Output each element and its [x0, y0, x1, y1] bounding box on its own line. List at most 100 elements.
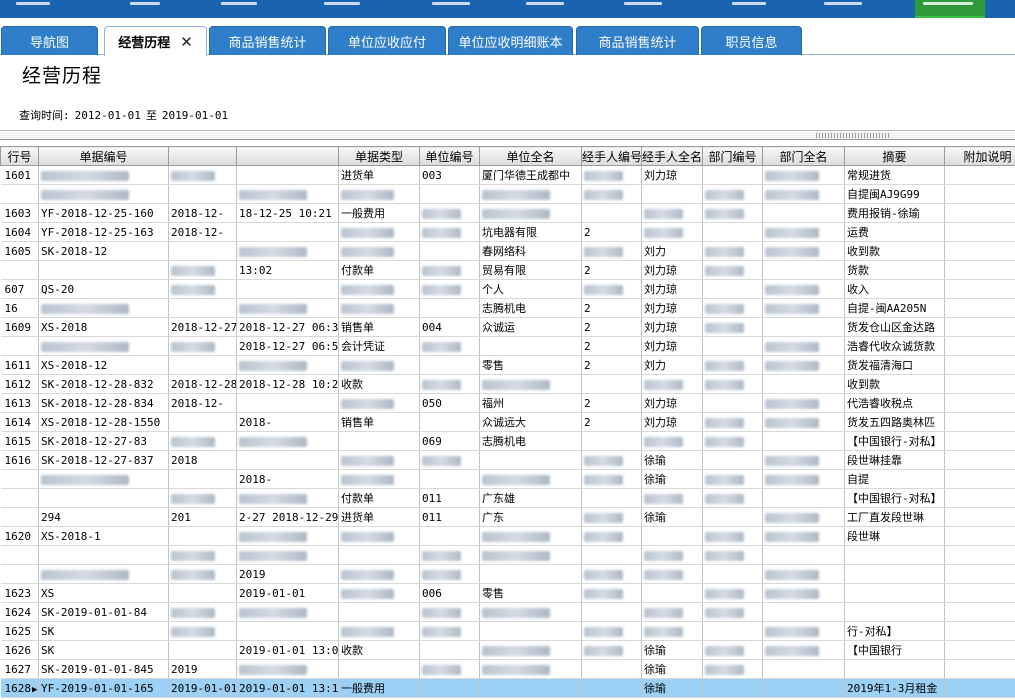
tab-bar: 导航图 经营历程 ✕ 商品销售统计 单位应收应付 单位应收明细账本 商品销售统计 …: [0, 22, 1015, 56]
table-cell-docno: [38, 260, 169, 280]
table-row[interactable]: 1626 SK 2019-01-01 13:09 收款 徐瑜 【中国银行: [0, 640, 1015, 660]
column-header[interactable]: 附加说明: [944, 146, 1015, 166]
top-nav-item[interactable]: [120, 0, 168, 16]
column-header[interactable]: 部门全名: [762, 146, 845, 166]
table-cell-note: [944, 469, 1015, 489]
column-header[interactable]: 单据类型: [338, 146, 420, 166]
table-row[interactable]: 1614 XS-2018-12-28-1550 2018- 销售单 众诚远大 2 刘力琼 货发…: [0, 412, 1015, 432]
redacted-block: [171, 550, 216, 561]
column-header[interactable]: 单位编号: [419, 146, 480, 166]
redacted-block: [341, 626, 395, 637]
table-row[interactable]: 2018- 徐瑜 自提: [0, 469, 1015, 489]
tab-receivable-ledger[interactable]: 单位应收明细账本: [448, 26, 573, 55]
table-row[interactable]: [0, 545, 1015, 565]
table-cell-type: 进货单: [338, 507, 420, 527]
table-cell-d1: 2019: [168, 659, 237, 679]
table-cell-eid: 2: [581, 260, 642, 280]
table-cell-ename: [641, 488, 703, 508]
table-cell-uname: [479, 469, 582, 489]
table-row[interactable]: 1603 YF-2018-12-25-160 2018-12- 18-12-25 10…: [0, 203, 1015, 223]
cell-text: 个人: [482, 283, 504, 296]
cell-text: 2019-01-01 13:09: [239, 643, 339, 657]
table-cell-docno: 294: [38, 507, 169, 527]
table-cell-docno: SK: [38, 621, 169, 641]
table-cell-eid: 2: [581, 336, 642, 356]
top-nav-item-active[interactable]: [915, 0, 985, 18]
column-header[interactable]: [236, 146, 339, 166]
redacted-block: [422, 569, 461, 580]
table-row[interactable]: 13:02 付款单 贸易有限 2 刘力琼 货款: [0, 260, 1015, 280]
table-row[interactable]: 1628▶ YF-2019-01-01-165 2019-01-01 2019-01-…: [0, 678, 1015, 698]
table-cell-dept_id: [702, 621, 763, 641]
cell-text: 2: [584, 320, 591, 334]
table-cell-dept_id: [702, 298, 763, 318]
history-grid[interactable]: 行号 单据编号 单据类型 单位编号 单位全名 经手人编号 经手人全名 部门编号 部门全名 摘要 附加…: [0, 146, 1015, 700]
table-row[interactable]: 1615 SK-2018-12-27-83 069 志腾机电 【中国银行-对私】: [0, 431, 1015, 451]
table-row[interactable]: 1627 SK-2019-01-01-845 2019 徐瑜: [0, 659, 1015, 679]
table-row[interactable]: 付款单 011 广东雄 【中国银行-对私】: [0, 488, 1015, 508]
column-header[interactable]: 经手人编号: [581, 146, 642, 166]
top-nav-item[interactable]: [620, 0, 668, 16]
table-row[interactable]: 294 201 2-27 2018-12-29 10:02进货单 011 广东 徐瑜 工厂直…: [0, 507, 1015, 527]
column-header[interactable]: 行号: [0, 146, 39, 166]
table-cell-note: [944, 317, 1015, 337]
column-header[interactable]: 经手人全名: [641, 146, 703, 166]
table-row[interactable]: 1613 SK-2018-12-28-834 2018-12- 050 福州 2 刘力琼 代浩…: [0, 393, 1015, 413]
table-cell-eid: [581, 241, 642, 261]
table-cell-d1: [168, 526, 237, 546]
tab-sales-stats-2[interactable]: 商品销售统计: [576, 26, 699, 55]
column-header[interactable]: 单位全名: [479, 146, 582, 166]
table-cell-uname: [479, 336, 582, 356]
table-cell-dept: [762, 241, 845, 261]
splitter-handle[interactable]: [0, 132, 1015, 140]
cell-text: 011: [422, 491, 442, 505]
tab-staff-info[interactable]: 职员信息: [701, 26, 802, 55]
tab-navigation-map[interactable]: 导航图: [1, 26, 98, 55]
table-cell-memo: 【中国银行: [844, 640, 945, 660]
table-cell-uid: [419, 450, 480, 470]
table-cell-d1: [168, 469, 237, 489]
redacted-block: [41, 341, 129, 352]
table-row[interactable]: 1624 SK-2019-01-01-84: [0, 602, 1015, 622]
table-cell-ename: [641, 621, 703, 641]
cell-text: 常规进货: [847, 169, 891, 182]
top-nav-item[interactable]: [10, 0, 58, 16]
table-row[interactable]: 2018-12-27 06:55 会计凭证 2 刘力琼 浩睿代收众诚货款: [0, 336, 1015, 356]
table-row[interactable]: 2019: [0, 564, 1015, 584]
table-cell-rn: [0, 469, 39, 489]
tab-label: 商品销售统计: [598, 35, 677, 51]
top-nav-item[interactable]: [320, 0, 368, 16]
table-row[interactable]: 1612 SK-2018-12-28-832 2018-12-28 2018-12-2…: [0, 374, 1015, 394]
top-nav-item[interactable]: [215, 0, 263, 16]
close-icon[interactable]: ✕: [180, 33, 193, 51]
table-row[interactable]: 1623 XS 2019-01-01 006 零售: [0, 583, 1015, 603]
table-row[interactable]: 1611 XS-2018-12 零售 2 刘力 货发福清海口: [0, 355, 1015, 375]
table-row[interactable]: 1604 YF-2018-12-25-163 2018-12- 坑电器有限 2 运费: [0, 222, 1015, 242]
table-row[interactable]: 607 QS-20 个人 刘力琼 收入: [0, 279, 1015, 299]
tab-business-history[interactable]: 经营历程 ✕: [104, 26, 207, 56]
table-row[interactable]: 1625 SK 行-对私】: [0, 621, 1015, 641]
table-cell-dept_id: [702, 659, 763, 679]
tab-receivable-payable[interactable]: 单位应收应付: [328, 26, 446, 55]
table-row[interactable]: 1601 进货单 003 厦门华德王成都中 刘力琼 常规进货: [0, 165, 1015, 185]
column-header[interactable]: 单据编号: [38, 146, 169, 166]
redacted-block: [644, 569, 684, 580]
top-nav-item[interactable]: [520, 0, 568, 16]
tab-sales-stats[interactable]: 商品销售统计: [209, 26, 326, 55]
table-row[interactable]: 1605 SK-2018-12 春网络科 刘力 收到款: [0, 241, 1015, 261]
column-header[interactable]: 摘要: [844, 146, 945, 166]
top-nav-item[interactable]: [820, 0, 868, 16]
top-nav-item[interactable]: [728, 0, 776, 16]
top-nav-item[interactable]: [428, 0, 476, 16]
redacted-block: [765, 360, 819, 371]
table-row[interactable]: 自提闽AJ9G99: [0, 184, 1015, 204]
column-header[interactable]: [168, 146, 237, 166]
cell-text: 段世琳挂靠: [847, 454, 902, 467]
column-header[interactable]: 部门编号: [702, 146, 763, 166]
table-row[interactable]: 1616 SK-2018-12-27-837 2018 徐瑜 段世琳挂靠: [0, 450, 1015, 470]
table-cell-uid: 003: [419, 165, 480, 185]
table-row[interactable]: 1609 XS-2018 2018-12-27 2018-12-27 06:33 销售单…: [0, 317, 1015, 337]
table-cell-note: [944, 431, 1015, 451]
table-row[interactable]: 16 志腾机电 2 刘力琼 自提-闽AA205N: [0, 298, 1015, 318]
table-row[interactable]: 1620 XS-2018-1 段世琳: [0, 526, 1015, 546]
